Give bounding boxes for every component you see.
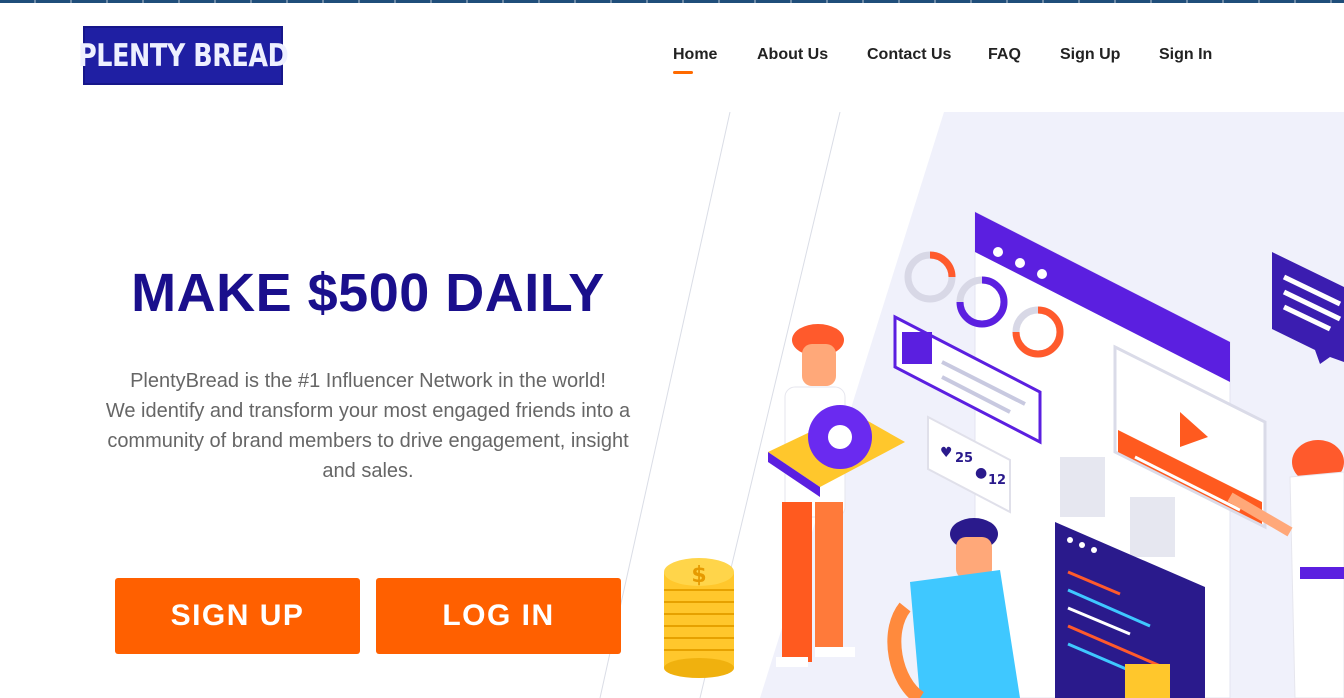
nav-home[interactable]: Home xyxy=(673,46,717,64)
nav-sign-in[interactable]: Sign In xyxy=(1159,46,1212,64)
hero-description: PlentyBread is the #1 Influencer Network… xyxy=(100,366,636,486)
hero-description-line-1: PlentyBread is the #1 Influencer Network… xyxy=(130,370,606,392)
sign-up-button[interactable]: SIGN UP xyxy=(115,578,360,654)
person-with-gear-icon xyxy=(768,324,905,667)
logo-text: PLENTY BREAD xyxy=(77,37,289,74)
hero-description-line-2: We identify and transform your most enga… xyxy=(105,400,631,482)
top-border xyxy=(0,0,1344,3)
active-indicator xyxy=(673,71,693,74)
likes-count: 25 xyxy=(955,451,973,466)
chat-bubble-icon xyxy=(1272,252,1344,364)
logo[interactable]: PLENTY BREAD xyxy=(78,26,289,85)
coin-symbol: $ xyxy=(691,563,706,588)
nav-sign-up[interactable]: Sign Up xyxy=(1060,46,1120,64)
comments-count: 12 xyxy=(988,473,1006,488)
coin-stack-icon: $ xyxy=(664,558,734,678)
svg-text:♥: ♥ xyxy=(940,445,953,461)
log-in-button[interactable]: LOG IN xyxy=(376,578,621,654)
nav-about-us[interactable]: About Us xyxy=(757,46,828,64)
nav-faq[interactable]: FAQ xyxy=(988,46,1021,64)
nav-contact-us[interactable]: Contact Us xyxy=(867,46,951,64)
hero-illustration: $ ♥ 25 ● 12 xyxy=(590,112,1344,698)
svg-text:●: ● xyxy=(975,465,987,481)
